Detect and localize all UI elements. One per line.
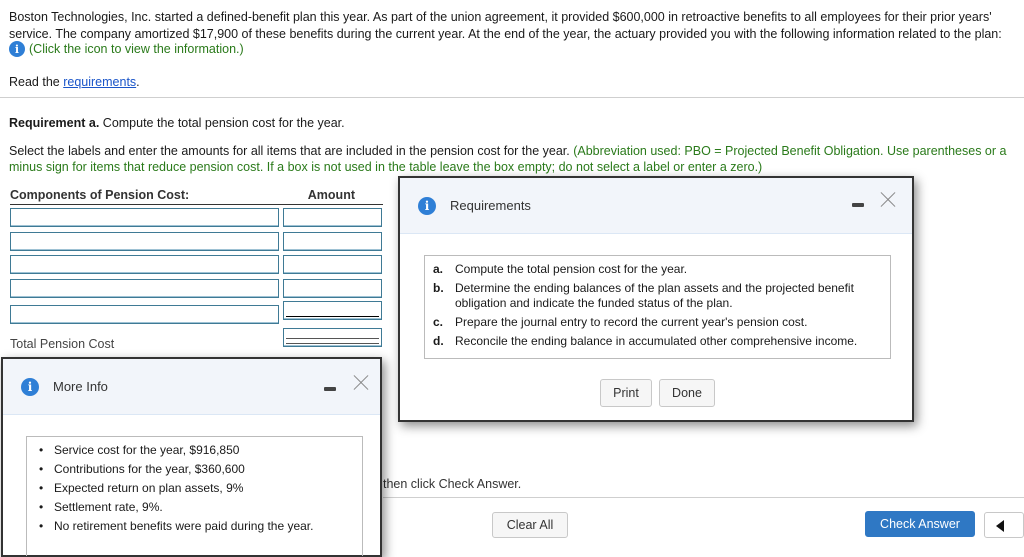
component-amount-input-2[interactable] bbox=[283, 232, 382, 251]
item-text: Reconcile the ending balance in accumula… bbox=[455, 334, 858, 348]
item-letter: b. bbox=[433, 281, 444, 295]
item-letter: d. bbox=[433, 334, 444, 348]
read-prefix: Read the bbox=[9, 75, 64, 89]
component-label-select-3[interactable] bbox=[10, 255, 279, 274]
bullet-icon: • bbox=[39, 462, 44, 476]
dialog-header: i Requirements bbox=[400, 178, 912, 234]
bullet-icon: • bbox=[39, 443, 44, 457]
info-icon: i bbox=[418, 197, 436, 215]
dialog-title: More Info bbox=[53, 379, 108, 394]
col-header-components: Components of Pension Cost: bbox=[10, 188, 190, 202]
instruction-text: Select the labels and enter the amounts … bbox=[9, 144, 574, 158]
clear-all-button[interactable]: Clear All bbox=[492, 512, 568, 538]
list-item: • Service cost for the year, $916,850 bbox=[39, 443, 362, 458]
list-item: d. Reconcile the ending balance in accum… bbox=[433, 334, 882, 349]
info-link-text: (Click the icon to view the information.… bbox=[29, 42, 244, 56]
read-requirements-line: Read the requirements. bbox=[9, 75, 140, 89]
item-text: Determine the ending balances of the pla… bbox=[455, 281, 854, 310]
item-text: Prepare the journal entry to record the … bbox=[455, 315, 808, 329]
total-pension-cost-label: Total Pension Cost bbox=[10, 337, 115, 351]
requirements-dialog: i Requirements a. Compute the total pens… bbox=[398, 176, 914, 422]
component-label-select-5[interactable] bbox=[10, 305, 279, 324]
col-header-amount: Amount bbox=[307, 188, 355, 202]
footer-divider bbox=[383, 497, 1024, 498]
previous-button[interactable] bbox=[984, 512, 1024, 538]
info-icon: i bbox=[21, 378, 39, 396]
component-label-select-2[interactable] bbox=[10, 232, 279, 251]
item-letter: c. bbox=[433, 315, 444, 329]
item-letter: a. bbox=[433, 262, 444, 276]
item-text: Settlement rate, 9%. bbox=[54, 500, 163, 514]
close-icon[interactable] bbox=[353, 375, 369, 391]
component-label-select-4[interactable] bbox=[10, 279, 279, 298]
list-item: • Expected return on plan assets, 9% bbox=[39, 481, 362, 496]
minimize-icon[interactable] bbox=[852, 203, 864, 207]
total-pension-cost-input[interactable] bbox=[283, 328, 382, 347]
table-header: Components of Pension Cost: Amount bbox=[10, 187, 383, 205]
read-suffix: . bbox=[136, 75, 140, 89]
list-item: b. Determine the ending balances of the … bbox=[433, 281, 882, 311]
minimize-icon[interactable] bbox=[324, 387, 336, 391]
check-answer-button[interactable]: Check Answer bbox=[865, 511, 975, 537]
requirement-heading: Requirement a. Compute the total pension… bbox=[9, 116, 345, 130]
close-icon[interactable] bbox=[880, 192, 896, 208]
print-button[interactable]: Print bbox=[600, 379, 652, 407]
item-text: Expected return on plan assets, 9% bbox=[54, 481, 244, 495]
dialog-title: Requirements bbox=[450, 198, 531, 213]
triangle-left-icon bbox=[996, 520, 1004, 532]
component-amount-input-4[interactable] bbox=[283, 279, 382, 298]
done-button[interactable]: Done bbox=[659, 379, 715, 407]
check-answer-hint: then click Check Answer. bbox=[383, 477, 522, 491]
item-text: Compute the total pension cost for the y… bbox=[455, 262, 688, 276]
list-item: c. Prepare the journal entry to record t… bbox=[433, 315, 882, 330]
item-text: Contributions for the year, $360,600 bbox=[54, 462, 245, 476]
info-list: • Service cost for the year, $916,850 • … bbox=[26, 436, 363, 556]
problem-intro: Boston Technologies, Inc. started a defi… bbox=[9, 10, 1002, 41]
list-item: a. Compute the total pension cost for th… bbox=[433, 262, 882, 277]
info-icon[interactable]: i bbox=[9, 41, 25, 57]
requirement-label: Requirement a. bbox=[9, 116, 100, 130]
dialog-header: i More Info bbox=[3, 359, 380, 415]
bullet-icon: • bbox=[39, 500, 44, 514]
requirements-link[interactable]: requirements bbox=[63, 75, 136, 89]
requirements-list: a. Compute the total pension cost for th… bbox=[424, 255, 891, 359]
requirement-text: Compute the total pension cost for the y… bbox=[99, 116, 345, 130]
list-item: • Settlement rate, 9%. bbox=[39, 500, 362, 515]
info-line: i (Click the icon to view the informatio… bbox=[9, 41, 244, 57]
component-amount-input-5[interactable] bbox=[283, 301, 382, 320]
instructions: Select the labels and enter the amounts … bbox=[9, 143, 1024, 175]
more-info-dialog: i More Info • Service cost for the year,… bbox=[1, 357, 382, 557]
list-item: • Contributions for the year, $360,600 bbox=[39, 462, 362, 477]
component-amount-input-1[interactable] bbox=[283, 208, 382, 227]
bullet-icon: • bbox=[39, 481, 44, 495]
component-label-select-1[interactable] bbox=[10, 208, 279, 227]
component-amount-input-3[interactable] bbox=[283, 255, 382, 274]
item-text: Service cost for the year, $916,850 bbox=[54, 443, 240, 457]
divider bbox=[0, 97, 1024, 98]
